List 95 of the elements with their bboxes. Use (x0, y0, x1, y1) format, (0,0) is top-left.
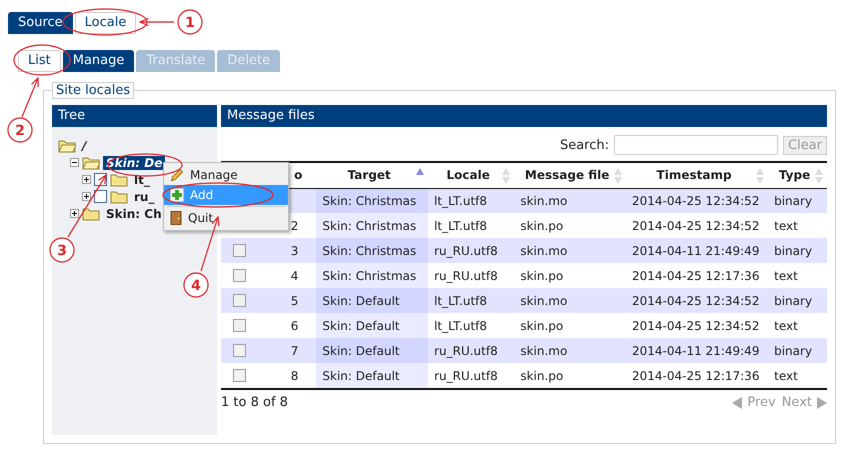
leader-arrow (67, 174, 107, 238)
table-cell: ru_RU.utf8 (434, 268, 498, 282)
table-cell: 2014-04-25 12:17:36 (632, 368, 760, 382)
table-cell: skin.po (520, 268, 564, 282)
checkbox[interactable] (233, 319, 246, 332)
table-cell: 2014-04-11 21:49:49 (632, 244, 760, 258)
tree-node-label[interactable]: ru_ (131, 190, 158, 204)
panel-header: Tree (52, 105, 217, 127)
table-cell: Skin: Default (322, 318, 400, 332)
collapse-icon[interactable] (70, 158, 79, 167)
table-cell: 2014-04-25 12:17:36 (632, 268, 760, 282)
folder-icon (110, 190, 128, 204)
table-cell: 2014-04-25 12:34:52 (632, 218, 760, 232)
door-icon (170, 211, 182, 225)
callout-number: 3 (49, 237, 75, 263)
table-cell: 5 (290, 294, 298, 308)
table-cell: text (774, 318, 798, 332)
callout-number: 4 (183, 272, 209, 298)
table-cell: ru_RU.utf8 (434, 344, 498, 358)
table-cell: ru_RU.utf8 (434, 244, 498, 258)
table-cell: Skin: Christmas (322, 268, 416, 282)
tab[interactable]: Manage (62, 50, 134, 72)
folder-icon (110, 172, 128, 186)
table-cell: ru_RU.utf8 (434, 368, 498, 382)
search-label: Search: (560, 138, 609, 152)
tab[interactable]: Source (8, 12, 73, 34)
checkbox[interactable] (233, 244, 246, 257)
table-cell: Skin: Default (322, 368, 400, 382)
table-cell: skin.po (520, 318, 564, 332)
expand-icon[interactable] (82, 175, 91, 184)
table-cell: skin.mo (520, 194, 568, 208)
table-cell: 4 (290, 268, 298, 282)
table-cell: Skin: Default (322, 344, 400, 358)
left-triangle-icon (732, 396, 742, 408)
table-cell: skin.mo (520, 294, 568, 308)
table-cell: 2014-04-11 21:49:49 (632, 344, 760, 358)
table-cell: binary (774, 294, 812, 308)
checkbox[interactable] (94, 190, 107, 203)
table-cell: skin.mo (520, 244, 568, 258)
table-cell: Skin: Christmas (322, 194, 416, 208)
table-cell: 8 (290, 368, 298, 382)
table-cell: lt_LT.utf8 (434, 218, 488, 232)
folder-icon (82, 206, 100, 220)
panel-header: Message files (221, 105, 827, 127)
table-cell: 7 (290, 344, 298, 358)
callout-number: 2 (7, 117, 33, 143)
table-cell: 2014-04-25 12:34:52 (632, 294, 760, 308)
fieldset-legend: Site locales (52, 82, 134, 99)
table-cell: skin.po (520, 218, 564, 232)
expand-icon[interactable] (82, 192, 91, 201)
menu-item[interactable]: Quit (164, 208, 288, 228)
table-cell: 2 (290, 218, 298, 232)
checkbox[interactable] (233, 369, 246, 382)
column-header[interactable]: Type (768, 162, 827, 188)
table-cell: text (774, 218, 798, 232)
table-cell: 2014-04-25 12:34:52 (632, 318, 760, 332)
table-cell: binary (774, 344, 812, 358)
table-cell: text (774, 368, 798, 382)
table-cell: skin.mo (520, 344, 568, 358)
column-header[interactable]: Timestamp (626, 162, 768, 188)
leader-arrow (21, 77, 39, 118)
table-cell: binary (774, 194, 812, 208)
pencil-icon (170, 168, 184, 182)
table-cell: binary (774, 244, 812, 258)
leader-arrow (139, 18, 174, 26)
plus-icon (170, 188, 184, 202)
table-cell: lt_LT.utf8 (434, 318, 488, 332)
table-cell: Skin: Christmas (322, 244, 416, 258)
tree-node-label[interactable]: / (79, 138, 90, 152)
checkbox[interactable] (233, 269, 246, 282)
table-cell: Skin: Christmas (322, 218, 416, 232)
column-header[interactable]: Locale (428, 162, 514, 188)
table-cell: 3 (290, 244, 298, 258)
table-cell: Skin: Default (322, 294, 400, 308)
table-cell: 2014-04-25 12:34:52 (632, 194, 760, 208)
table-cell: text (774, 268, 798, 282)
highlight-ellipse (13, 44, 71, 76)
checkbox[interactable] (233, 294, 246, 307)
record-count: 1 to 8 of 8 (221, 395, 288, 410)
folder-icon (58, 138, 76, 152)
table-cell: lt_LT.utf8 (434, 194, 488, 208)
table-cell: lt_LT.utf8 (434, 294, 488, 308)
tab[interactable]: List (18, 50, 61, 72)
table-cell: skin.po (520, 368, 564, 382)
checkbox[interactable] (233, 344, 246, 357)
tree-node-label[interactable]: Skin: Ch (103, 206, 165, 220)
tab[interactable]: Locale (74, 12, 136, 34)
callout-number: 1 (177, 9, 203, 35)
right-triangle-icon (817, 396, 827, 408)
search-field[interactable] (614, 135, 778, 155)
table-cell: 6 (290, 318, 298, 332)
column-header[interactable]: Target (316, 162, 428, 188)
folder-icon (82, 156, 100, 170)
column-header[interactable]: Message file (514, 162, 626, 188)
expand-icon[interactable] (70, 209, 79, 218)
